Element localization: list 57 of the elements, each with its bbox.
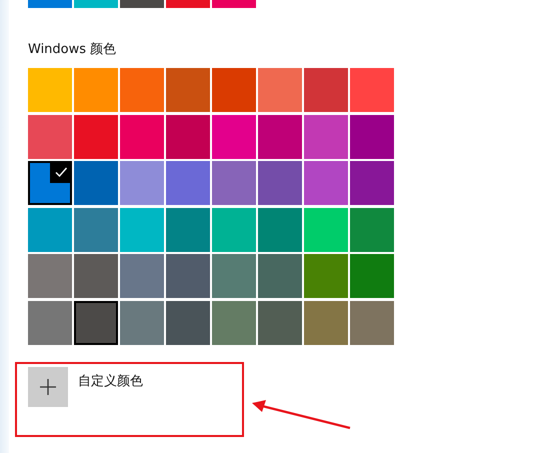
color-swatch[interactable] [304, 114, 348, 159]
color-swatch[interactable] [120, 0, 164, 8]
color-swatch[interactable] [120, 300, 164, 345]
color-swatch[interactable] [212, 114, 256, 159]
color-swatch[interactable] [304, 300, 348, 345]
plus-icon [28, 366, 68, 407]
color-swatch[interactable] [350, 161, 394, 206]
color-swatch[interactable] [74, 300, 118, 345]
color-swatch[interactable] [350, 300, 394, 345]
color-swatch[interactable] [212, 208, 256, 252]
custom-color-button[interactable]: 自定义颜色 [28, 366, 143, 407]
color-swatch[interactable] [166, 0, 210, 8]
color-swatch[interactable] [120, 68, 164, 112]
color-swatch[interactable] [120, 208, 164, 252]
color-swatch[interactable] [212, 68, 256, 112]
check-icon [50, 161, 72, 184]
color-swatch[interactable] [304, 161, 348, 206]
color-swatch[interactable] [258, 161, 302, 206]
color-swatch[interactable] [350, 208, 394, 252]
color-swatch[interactable] [166, 114, 210, 159]
color-swatch[interactable] [304, 208, 348, 252]
color-swatch[interactable] [350, 68, 394, 112]
color-swatch[interactable] [28, 114, 72, 159]
color-swatch[interactable] [28, 254, 72, 298]
color-swatch[interactable] [258, 208, 302, 252]
color-swatch[interactable] [28, 208, 72, 252]
color-swatch[interactable] [166, 254, 210, 298]
color-swatch[interactable] [28, 68, 72, 112]
color-swatch[interactable] [166, 161, 210, 206]
color-swatch[interactable] [212, 161, 256, 206]
color-swatch[interactable] [166, 68, 210, 112]
color-swatch[interactable] [28, 300, 72, 345]
color-swatch[interactable] [120, 254, 164, 298]
color-swatch[interactable] [258, 254, 302, 298]
color-swatch[interactable] [212, 300, 256, 345]
color-swatch[interactable] [350, 114, 394, 159]
color-swatch[interactable] [258, 68, 302, 112]
color-swatch[interactable] [74, 161, 118, 206]
color-swatch[interactable] [74, 114, 118, 159]
color-swatch[interactable] [258, 300, 302, 345]
color-swatch[interactable] [74, 254, 118, 298]
color-swatch[interactable] [350, 254, 394, 298]
color-swatch[interactable] [304, 68, 348, 112]
color-swatch[interactable] [74, 0, 118, 8]
color-swatch[interactable] [212, 0, 256, 8]
color-swatch[interactable] [28, 161, 72, 206]
color-swatch[interactable] [74, 68, 118, 112]
color-swatch[interactable] [166, 208, 210, 252]
color-swatch[interactable] [28, 0, 72, 8]
color-swatch[interactable] [74, 208, 118, 252]
color-swatch[interactable] [120, 161, 164, 206]
color-swatch[interactable] [166, 300, 210, 345]
color-swatch[interactable] [120, 114, 164, 159]
section-heading: Windows 颜色 [28, 41, 118, 59]
color-swatch[interactable] [212, 254, 256, 298]
color-swatch[interactable] [258, 114, 302, 159]
color-swatch[interactable] [304, 254, 348, 298]
